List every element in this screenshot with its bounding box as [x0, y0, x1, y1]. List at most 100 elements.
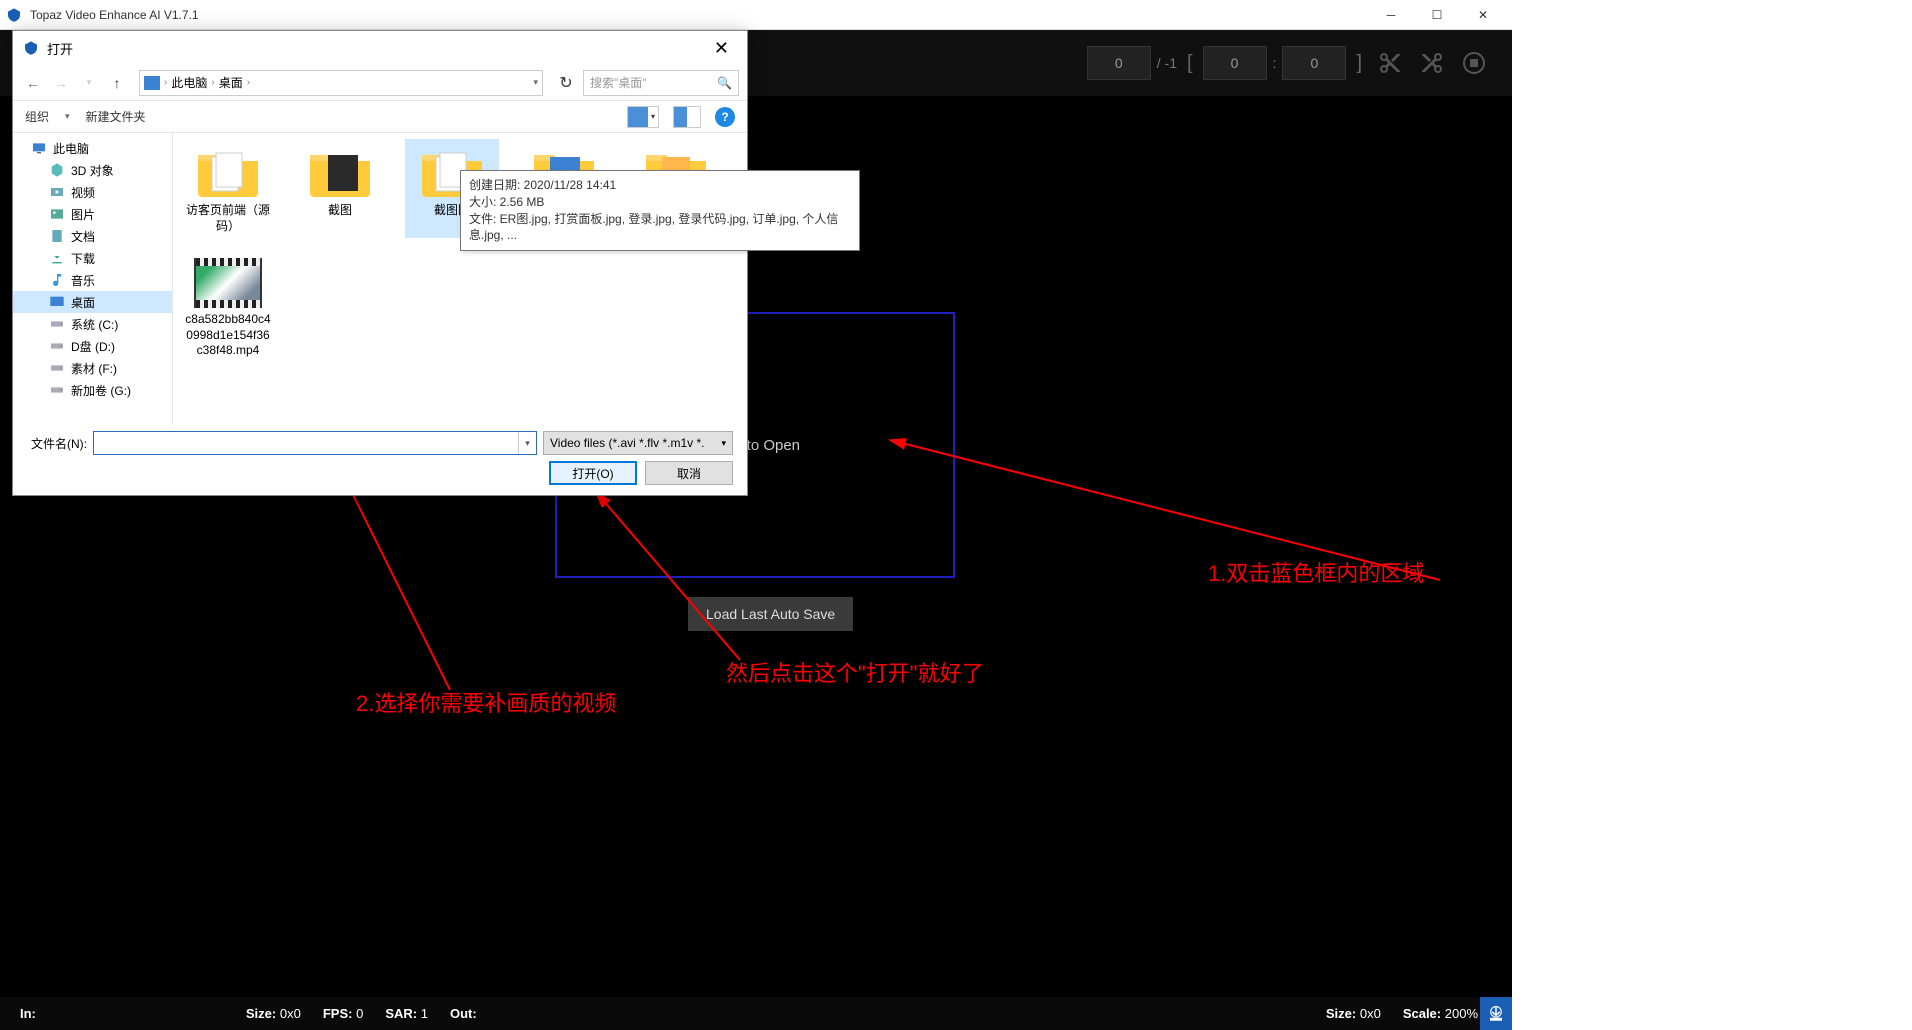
sb-scale-label: Scale: [1403, 1006, 1441, 1021]
nav-forward-icon[interactable]: → [49, 71, 73, 95]
download-icon[interactable] [1480, 997, 1512, 1030]
tree-item[interactable]: 文档 [13, 225, 172, 247]
tree-item[interactable]: 此电脑 [13, 137, 172, 159]
pc-icon [144, 76, 160, 90]
tree-item[interactable]: 新加卷 (G:) [13, 379, 172, 401]
desk-icon [49, 294, 65, 310]
nav-tree[interactable]: 此电脑 3D 对象视频图片文档下载音乐桌面系统 (C:) D盘 (D:)素材 (F:… [13, 133, 173, 425]
range-start[interactable]: 0 [1203, 46, 1267, 80]
window-controls: ─ ☐ ✕ [1368, 0, 1506, 30]
minimize-button[interactable]: ─ [1368, 0, 1414, 30]
breadcrumb[interactable]: › 此电脑 › 桌面 › ▾ [139, 70, 543, 96]
tree-item[interactable]: 下载 [13, 247, 172, 269]
search-icon: 🔍 [717, 76, 732, 90]
tree-item-label: 视频 [71, 184, 95, 201]
chevron-right-icon: › [247, 77, 250, 88]
sb-fps-value: 0 [356, 1006, 363, 1021]
file-item[interactable]: 访客页前端（源码） [181, 139, 275, 238]
tree-item-label: 图片 [71, 206, 95, 223]
cut-start-icon[interactable] [1378, 51, 1402, 75]
drive-icon [49, 360, 65, 376]
sb-sar-label: SAR: [385, 1006, 417, 1021]
chevron-down-icon[interactable]: ▾ [518, 432, 536, 454]
tree-item[interactable]: 音乐 [13, 269, 172, 291]
filetype-label: Video files (*.avi *.flv *.m1v *. [550, 436, 705, 450]
help-button[interactable]: ? [715, 107, 735, 127]
drive-icon [49, 338, 65, 354]
video-icon [49, 184, 65, 200]
sb-size-label: Size: [246, 1006, 276, 1021]
breadcrumb-item[interactable]: 此电脑 [171, 74, 207, 91]
tree-item-label: 文档 [71, 228, 95, 245]
app-logo-icon [6, 7, 22, 23]
file-tooltip: 创建日期: 2020/11/28 14:41 大小: 2.56 MB 文件: E… [460, 170, 860, 251]
tree-item[interactable]: 素材 (F:) [13, 357, 172, 379]
tree-item[interactable]: 桌面 [13, 291, 172, 313]
nav-back-icon[interactable]: ← [21, 71, 45, 95]
bracket-right: ] [1352, 52, 1366, 75]
preview-pane-button[interactable] [673, 106, 701, 128]
tree-item-label: 下载 [71, 250, 95, 267]
chevron-right-icon: › [211, 77, 214, 88]
file-label: 截图 [328, 203, 352, 219]
view-mode-button[interactable]: ▾ [627, 106, 659, 128]
tree-item-label: 3D 对象 [71, 162, 114, 179]
tree-item[interactable]: 3D 对象 [13, 159, 172, 181]
tree-item[interactable]: D盘 (D:) [13, 335, 172, 357]
bracket-left: [ [1183, 52, 1197, 75]
chevron-down-icon: ▾ [721, 438, 726, 449]
status-bar: In: Size: 0x0 FPS: 0 SAR: 1 Out: Size: 0… [0, 997, 1512, 1030]
filename-input[interactable] [94, 432, 518, 454]
filename-label: 文件名(N): [27, 435, 87, 452]
tree-item-label: 系统 (C:) [71, 316, 118, 333]
search-placeholder: 搜索"桌面" [590, 74, 647, 91]
breadcrumb-item[interactable]: 桌面 [219, 74, 243, 91]
nav-up-icon[interactable]: ↑ [105, 71, 129, 95]
refresh-button[interactable]: ↻ [553, 70, 579, 96]
sb-size-value: 0x0 [280, 1006, 301, 1021]
folder-icon [306, 143, 374, 199]
sb-in-label: In: [20, 1006, 36, 1021]
sb-sar-value: 1 [421, 1006, 428, 1021]
range-end[interactable]: 0 [1282, 46, 1346, 80]
stop-icon[interactable] [1462, 51, 1486, 75]
organize-menu[interactable]: 组织 [25, 108, 49, 125]
music-icon [49, 272, 65, 288]
tree-item[interactable]: 视频 [13, 181, 172, 203]
tree-item[interactable]: 图片 [13, 203, 172, 225]
search-input[interactable]: 搜索"桌面" 🔍 [583, 70, 739, 96]
filename-input-wrap: ▾ [93, 431, 537, 455]
doc-icon [49, 228, 65, 244]
dialog-close-button[interactable]: ✕ [706, 34, 737, 63]
folder-icon [194, 143, 262, 199]
file-label: 访客页前端（源码） [185, 203, 271, 234]
cut-end-icon[interactable] [1420, 51, 1444, 75]
app-titlebar: Topaz Video Enhance AI V1.7.1 ─ ☐ ✕ [0, 0, 1512, 30]
chevron-right-icon: › [164, 77, 167, 88]
file-open-dialog: 打开 ✕ ← → ▾ ↑ › 此电脑 › 桌面 › ▾ ↻ 搜索"桌面" 🔍 组… [12, 30, 748, 496]
frame-divider: / -1 [1157, 55, 1177, 71]
sb-out-label: Out: [450, 1006, 477, 1021]
chevron-down-icon[interactable]: ▾ [533, 77, 538, 88]
new-folder-button[interactable]: 新建文件夹 [86, 108, 146, 125]
toolbar-right: 0 / -1 [ 0 : 0 ] [1087, 46, 1492, 80]
tree-item-label: 桌面 [71, 294, 95, 311]
file-item[interactable]: c8a582bb840c40998d1e154f36c38f48.mp4 [181, 254, 275, 363]
sb-scale-value: 200% [1445, 1006, 1478, 1021]
file-item[interactable]: 截图 [293, 139, 387, 238]
frame-current[interactable]: 0 [1087, 46, 1151, 80]
video-icon [194, 258, 262, 308]
dialog-titlebar: 打开 ✕ [13, 31, 747, 65]
dialog-toolbar: 组织▾ 新建文件夹 ▾ ? [13, 101, 747, 133]
maximize-button[interactable]: ☐ [1414, 0, 1460, 30]
load-last-autosave-button[interactable]: Load Last Auto Save [688, 597, 853, 631]
open-button[interactable]: 打开(O) [549, 461, 637, 485]
drive-icon [49, 382, 65, 398]
sb-fps-label: FPS: [323, 1006, 353, 1021]
tree-item[interactable]: 系统 (C:) [13, 313, 172, 335]
nav-recent-dropdown-icon[interactable]: ▾ [77, 71, 101, 95]
pic-icon [49, 206, 65, 222]
filetype-select[interactable]: Video files (*.avi *.flv *.m1v *. ▾ [543, 431, 733, 455]
cancel-button[interactable]: 取消 [645, 461, 733, 485]
close-button[interactable]: ✕ [1460, 0, 1506, 30]
